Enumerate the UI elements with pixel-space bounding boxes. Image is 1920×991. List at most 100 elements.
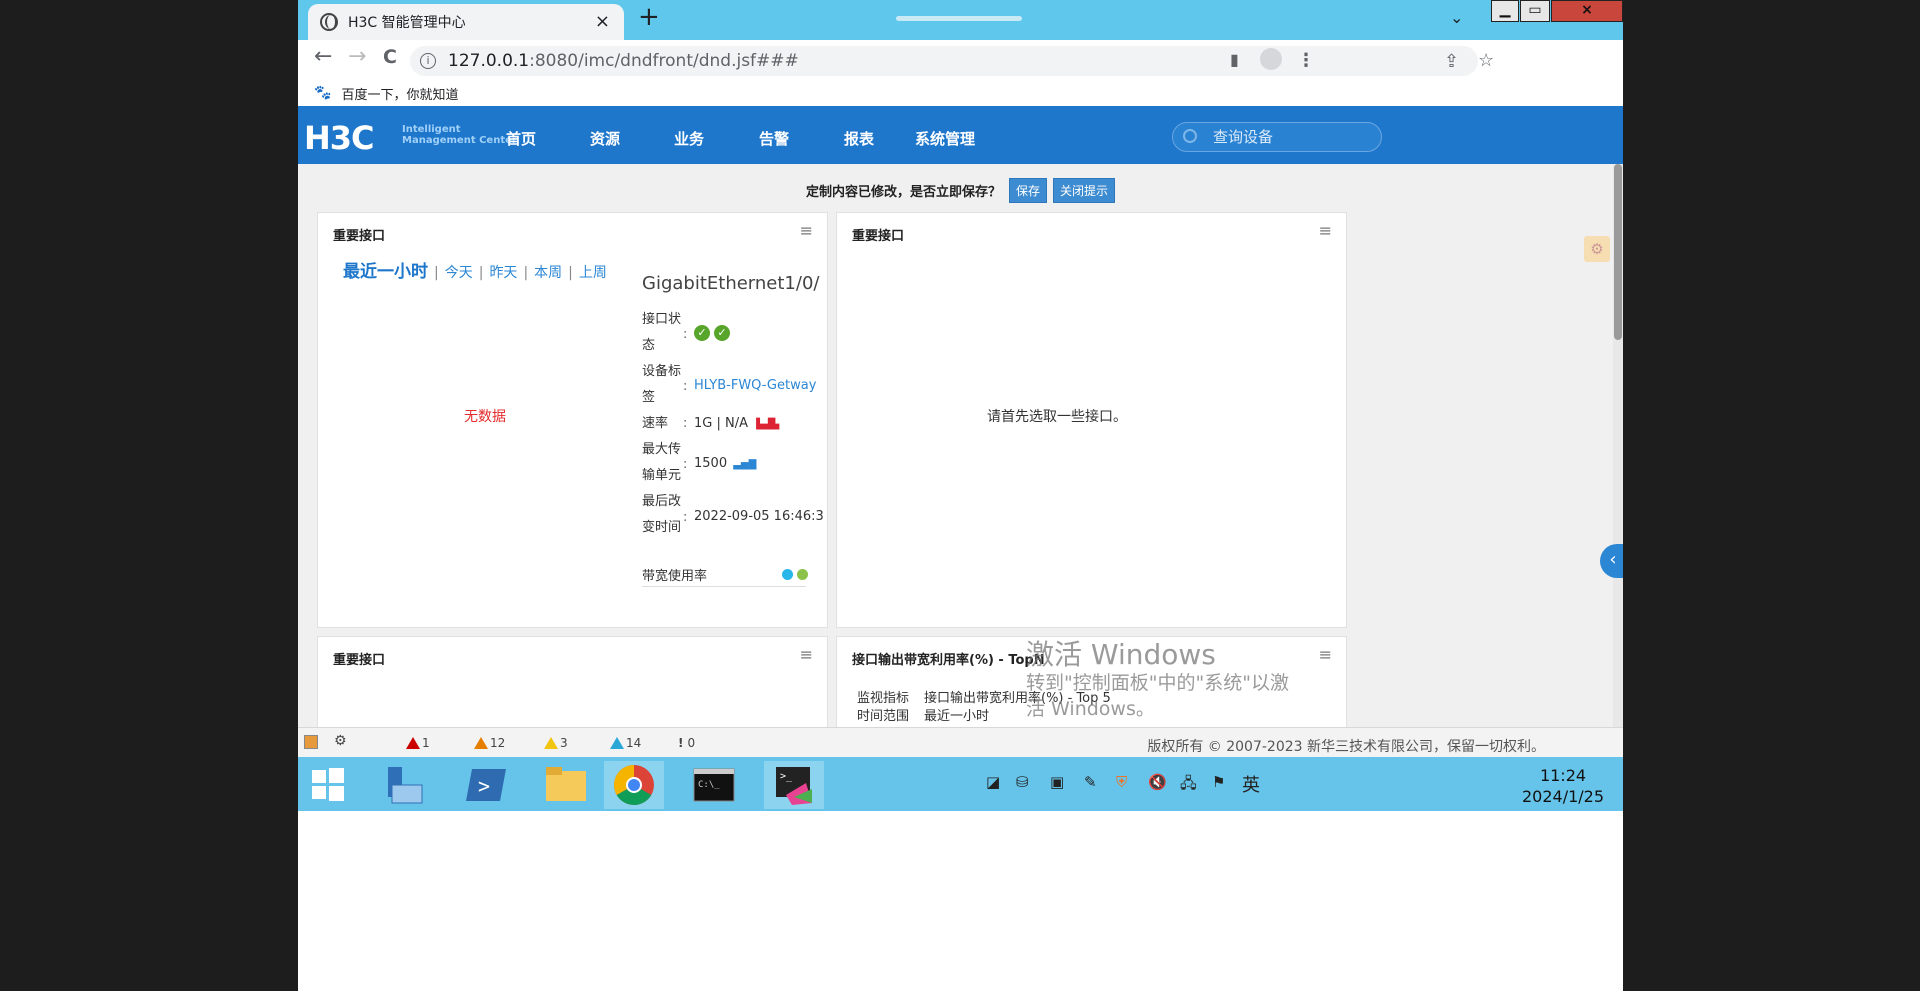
tray-network-share-icon[interactable]: ⛁	[1016, 773, 1029, 791]
time-today[interactable]: 今天	[445, 265, 473, 281]
tray-action-center-flag-icon[interactable]: ⚑	[1212, 773, 1225, 791]
tab-search-button[interactable]: ⌄	[1450, 8, 1463, 27]
time-range-value: 最近一小时	[924, 709, 990, 724]
menu-home[interactable]: 首页	[506, 128, 536, 149]
inbound-legend-dot[interactable]	[782, 569, 793, 580]
mtu-chart-icon[interactable]: ▃▅▇	[733, 459, 756, 470]
speed-chart-icon[interactable]: ▙▟▙	[756, 419, 779, 430]
time-this-week[interactable]: 本周	[534, 265, 562, 281]
panel-menu-icon[interactable]: ≡	[800, 645, 813, 664]
tray-vm-icon[interactable]: ▣	[1050, 773, 1064, 791]
status-bar: ⚙ 1 12 3 14 ! 0 版权所有 © 2007-2023 新华三技术有限公…	[298, 727, 1623, 757]
device-search-input[interactable]: 查询设备	[1172, 122, 1382, 152]
h3c-logo[interactable]: H3C	[304, 119, 375, 157]
expand-side-panel-button[interactable]: ‹	[1600, 544, 1623, 578]
menu-system-admin[interactable]: 系统管理	[915, 128, 975, 149]
powershell-button[interactable]: >	[456, 761, 516, 809]
panel-important-interface-2: 重要接口 ≡ 请首先选取一些接口。	[836, 212, 1347, 628]
panel-menu-icon[interactable]: ≡	[1319, 221, 1332, 240]
device-label: 设备标 签	[642, 359, 681, 411]
new-tab-button[interactable]: +	[638, 2, 660, 32]
alarm-major[interactable]: 12	[474, 736, 505, 750]
watermark-line1: 激活 Windows	[1026, 638, 1216, 671]
menu-reports[interactable]: 报表	[844, 128, 874, 149]
chrome-button[interactable]	[604, 761, 664, 809]
alarm-info-count: 0	[687, 736, 696, 750]
time-last-hour[interactable]: 最近一小时	[343, 262, 428, 282]
address-bar[interactable]: i 127.0.0.1:8080/imc/dndfront/dnd.jsf###…	[410, 46, 1494, 76]
last-change-label: 最后改 变时间	[642, 489, 681, 541]
tray-app-icon[interactable]: ◪	[986, 773, 1000, 791]
url-path: :8080/imc/dndfront/dnd.jsf###	[529, 51, 799, 71]
outbound-legend-dot[interactable]	[797, 569, 808, 580]
bookmarks-bar: 🐾 百度一下，你就知道	[298, 80, 1623, 106]
bookmark-baidu[interactable]: 百度一下，你就知道	[341, 84, 458, 103]
folder-icon	[546, 767, 586, 801]
separator: |	[568, 265, 573, 281]
save-button[interactable]: 保存	[1008, 178, 1047, 203]
colon: :	[683, 416, 688, 431]
time-yesterday[interactable]: 昨天	[489, 265, 517, 281]
home-status-icon[interactable]	[304, 735, 318, 749]
device-label-line2: 签	[642, 390, 656, 405]
alarm-info[interactable]: ! 0	[678, 736, 695, 750]
window-close-button[interactable]: ×	[1551, 0, 1623, 22]
separator: |	[478, 265, 484, 281]
minimize-button[interactable]: ▁	[1491, 0, 1519, 22]
side-panel-icon[interactable]: ▮	[1230, 50, 1239, 69]
tab-strip-indicator	[896, 16, 1022, 21]
alarm-minor[interactable]: 3	[544, 736, 568, 750]
notice-text: 定制内容已修改，是否立即保存？	[805, 185, 1001, 200]
logo-subtitle: Intelligent Management Center	[402, 124, 517, 146]
screen: H3C 智能管理中心 × + ⌄ ▁ ▭ × ← → C i 127.0.0.1…	[298, 0, 1623, 991]
baidu-paw-icon: 🐾	[314, 85, 332, 101]
major-alarm-icon	[474, 737, 488, 749]
menu-alarms[interactable]: 告警	[759, 128, 789, 149]
menu-resources[interactable]: 资源	[590, 128, 620, 149]
device-label-link[interactable]: HLYB-FWQ-Getway	[694, 378, 816, 393]
browser-tab[interactable]: H3C 智能管理中心 ×	[308, 4, 624, 40]
logo-subtitle-line2: Management Center	[402, 135, 517, 146]
tray-network-icon[interactable]: 🖧	[1180, 773, 1197, 798]
panel-menu-icon[interactable]: ≡	[800, 221, 813, 240]
alarm-warning[interactable]: 14	[610, 736, 641, 750]
share-icon[interactable]: ⇪	[1444, 51, 1459, 72]
alarm-major-count: 12	[490, 736, 506, 750]
alarm-critical[interactable]: 1	[406, 736, 430, 750]
separator: |	[434, 265, 439, 281]
input-method-indicator[interactable]: 英	[1242, 771, 1260, 797]
alarm-minor-count: 3	[560, 736, 568, 750]
tray-security-shield-icon[interactable]: ⛨	[1116, 773, 1127, 791]
tool-app-button[interactable]: >_	[764, 761, 824, 809]
site-info-icon[interactable]: i	[420, 53, 436, 69]
speed-value-text: 1G | N/A	[694, 416, 748, 431]
interface-name[interactable]: GigabitEthernet1/0/	[642, 273, 819, 294]
reload-button[interactable]: C	[383, 46, 397, 68]
settings-gear-icon[interactable]: ⚙	[1584, 236, 1610, 262]
maximize-button[interactable]: ▭	[1520, 0, 1550, 22]
bookmark-star-icon[interactable]: ☆	[1478, 50, 1494, 71]
back-button[interactable]: ←	[314, 44, 332, 69]
tab-close-button[interactable]: ×	[595, 11, 610, 32]
forward-button[interactable]: →	[348, 44, 366, 69]
file-explorer-button[interactable]	[536, 761, 596, 809]
scrollbar-thumb[interactable]	[1614, 164, 1622, 340]
bandwidth-usage-label: 带宽使用率	[642, 569, 708, 584]
system-clock[interactable]: 11:24 2024/1/25	[1518, 765, 1608, 807]
panel-menu-icon[interactable]: ≡	[1319, 645, 1332, 664]
separator: |	[523, 265, 529, 281]
menu-services[interactable]: 业务	[674, 128, 704, 149]
start-button[interactable]	[298, 761, 358, 809]
settings-status-icon[interactable]: ⚙	[334, 733, 347, 749]
windows-logo-icon	[312, 768, 344, 801]
globe-icon	[320, 13, 338, 31]
content-scrollbar[interactable]	[1613, 164, 1623, 727]
more-menu-icon[interactable]: ⋮	[1297, 50, 1315, 71]
tray-tool-icon[interactable]: ✎	[1084, 773, 1097, 791]
profile-avatar[interactable]	[1260, 48, 1282, 70]
close-notice-button[interactable]: 关闭提示	[1053, 178, 1116, 203]
tray-volume-muted-icon[interactable]: 🔇	[1148, 773, 1167, 791]
cmd-button[interactable]: C:\_	[684, 761, 744, 809]
time-last-week[interactable]: 上周	[579, 265, 607, 281]
server-manager-button[interactable]	[376, 761, 436, 809]
